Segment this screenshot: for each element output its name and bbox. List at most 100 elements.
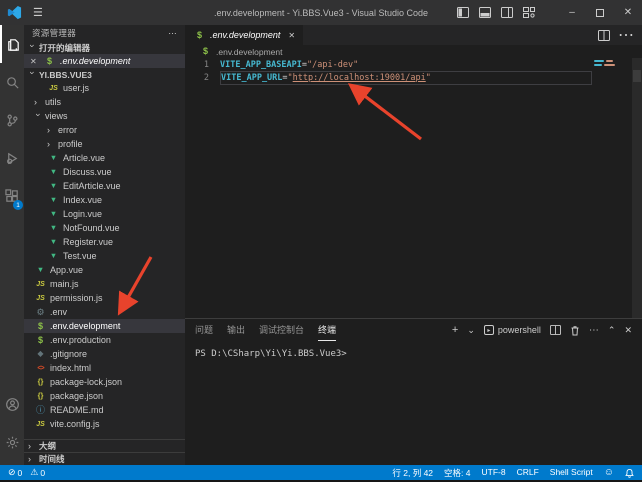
tree-item-README.md[interactable]: README.md <box>24 403 185 417</box>
activity-extensions-icon[interactable]: 1 <box>0 177 24 215</box>
terminal-profile[interactable]: powershell <box>484 325 541 335</box>
split-editor-icon[interactable] <box>598 30 610 41</box>
tree-item-label: Discuss.vue <box>63 167 112 177</box>
warnings-icon <box>30 467 38 478</box>
status-item-0[interactable]: 行 2, 列 42 <box>392 467 433 479</box>
code-line-2[interactable]: 2VITE_APP_URL="http://localhost:19001/ap… <box>185 72 642 85</box>
open-editors-section[interactable]: 打开的编辑器 <box>24 41 185 54</box>
tree-item-NotFound.vue[interactable]: NotFound.vue <box>24 221 185 235</box>
terminal-dropdown-icon[interactable] <box>467 325 475 336</box>
warnings-status[interactable]: 0 <box>30 467 45 478</box>
open-editor-item[interactable]: .env.development <box>24 54 185 68</box>
close-panel-icon[interactable] <box>624 325 632 336</box>
vue-file-icon <box>47 224 60 232</box>
project-name-label: YI.BBS.VUE3 <box>39 70 92 80</box>
chevron-down-icon <box>28 71 37 79</box>
tree-item-label: error <box>58 125 77 135</box>
terminal-output[interactable]: PS D:\CSharp\Yi\Yi.BBS.Vue3> <box>185 341 642 465</box>
vue-file-icon <box>47 252 60 260</box>
tree-item-EditArticle.vue[interactable]: EditArticle.vue <box>24 179 185 193</box>
tree-item-error[interactable]: error <box>24 123 185 137</box>
new-terminal-icon[interactable] <box>452 324 458 336</box>
panel-tab-问题[interactable]: 问题 <box>195 319 213 341</box>
feedback-icon[interactable] <box>604 467 614 478</box>
close-window-button[interactable] <box>614 0 642 25</box>
terminal-prompt: PS D:\CSharp\Yi\Yi.BBS.Vue3> <box>195 349 347 359</box>
status-item-2[interactable]: UTF-8 <box>481 467 505 479</box>
tree-item-.gitignore[interactable]: .gitignore <box>24 347 185 361</box>
toggle-secondary-sidebar-icon[interactable] <box>501 7 513 18</box>
tree-item-App.vue[interactable]: App.vue <box>24 263 185 277</box>
panel-tab-输出[interactable]: 输出 <box>227 319 245 341</box>
minimize-button[interactable] <box>558 0 586 25</box>
chevron-right-icon <box>47 126 55 135</box>
tree-item-label: permission.js <box>50 293 103 303</box>
tree-item-.env.production[interactable]: .env.production <box>24 333 185 347</box>
timeline-section[interactable]: 时间线 <box>24 452 185 465</box>
toggle-sidebar-icon[interactable] <box>457 7 469 18</box>
customize-layout-icon[interactable] <box>523 7 536 18</box>
tree-item-package-lock.json[interactable]: package-lock.json <box>24 375 185 389</box>
status-item-3[interactable]: CRLF <box>517 467 539 479</box>
editor-scrollbar[interactable] <box>632 58 642 318</box>
tree-item-utils[interactable]: utils <box>24 95 185 109</box>
notifications-bell-icon[interactable] <box>625 468 634 478</box>
errors-icon <box>8 467 16 478</box>
scrollbar-slider[interactable] <box>633 70 641 82</box>
minimap[interactable] <box>594 60 630 68</box>
activity-source-control-icon[interactable] <box>0 101 24 139</box>
token-string-link[interactable]: http://localhost:19001/api <box>293 73 426 83</box>
outline-section[interactable]: 大纲 <box>24 439 185 452</box>
breadcrumb[interactable]: .env.development <box>185 45 642 58</box>
activity-explorer-icon[interactable] <box>0 25 24 63</box>
menu-icon[interactable] <box>33 6 43 19</box>
tree-item-Login.vue[interactable]: Login.vue <box>24 207 185 221</box>
tree-item-.env[interactable]: .env <box>24 305 185 319</box>
gear-file-icon <box>34 308 47 317</box>
activity-bar: 1 <box>0 25 24 465</box>
editor-more-actions-icon[interactable] <box>618 25 634 45</box>
activity-search-icon[interactable] <box>0 63 24 101</box>
tree-item-Article.vue[interactable]: Article.vue <box>24 151 185 165</box>
tree-item-label: index.html <box>50 363 91 373</box>
panel-tab-terminal-active[interactable]: 终端 <box>318 319 336 341</box>
maximize-panel-icon[interactable] <box>608 325 616 336</box>
code-editor[interactable]: 1VITE_APP_BASEAPI="/api-dev"2VITE_APP_UR… <box>185 58 642 318</box>
maximize-button[interactable] <box>586 0 614 25</box>
tab-env-development[interactable]: .env.development <box>185 25 303 45</box>
tree-item-views[interactable]: views <box>24 109 185 123</box>
chevron-right-icon <box>34 98 42 107</box>
tree-item-Register.vue[interactable]: Register.vue <box>24 235 185 249</box>
status-item-4[interactable]: Shell Script <box>550 467 593 479</box>
tree-item-.env.development[interactable]: .env.development <box>24 319 185 333</box>
close-tab-icon[interactable] <box>288 31 295 40</box>
tree-item-Discuss.vue[interactable]: Discuss.vue <box>24 165 185 179</box>
tree-item-Test.vue[interactable]: Test.vue <box>24 249 185 263</box>
tree-item-package.json[interactable]: package.json <box>24 389 185 403</box>
split-terminal-icon[interactable] <box>550 325 561 335</box>
account-icon[interactable] <box>0 385 24 423</box>
tree-item-user.js[interactable]: user.js <box>24 81 185 95</box>
bottom-panel: 问题输出调试控制台终端 powershell PS D:\CSharp\Yi\Y… <box>185 318 642 465</box>
project-section[interactable]: YI.BBS.VUE3 <box>24 68 185 81</box>
tree-item-Index.vue[interactable]: Index.vue <box>24 193 185 207</box>
tree-item-profile[interactable]: profile <box>24 137 185 151</box>
tree-item-label: package-lock.json <box>50 377 122 387</box>
kill-terminal-trash-icon[interactable] <box>570 325 580 336</box>
tree-item-label: .env <box>50 307 67 317</box>
panel-more-actions-icon[interactable] <box>589 325 599 336</box>
toggle-panel-icon[interactable] <box>479 7 491 18</box>
panel-tab-调试控制台[interactable]: 调试控制台 <box>259 319 304 341</box>
close-editor-icon[interactable] <box>30 57 39 66</box>
explorer-more-actions-icon[interactable] <box>168 28 177 39</box>
tree-item-label: NotFound.vue <box>63 223 120 233</box>
activity-run-debug-icon[interactable] <box>0 139 24 177</box>
tree-item-vite.config.js[interactable]: vite.config.js <box>24 417 185 431</box>
tree-item-label: main.js <box>50 279 79 289</box>
errors-status[interactable]: 0 <box>8 467 22 478</box>
tree-item-main.js[interactable]: main.js <box>24 277 185 291</box>
tree-item-permission.js[interactable]: permission.js <box>24 291 185 305</box>
settings-gear-icon[interactable] <box>0 423 24 461</box>
status-item-1[interactable]: 空格: 4 <box>444 467 470 479</box>
tree-item-index.html[interactable]: index.html <box>24 361 185 375</box>
